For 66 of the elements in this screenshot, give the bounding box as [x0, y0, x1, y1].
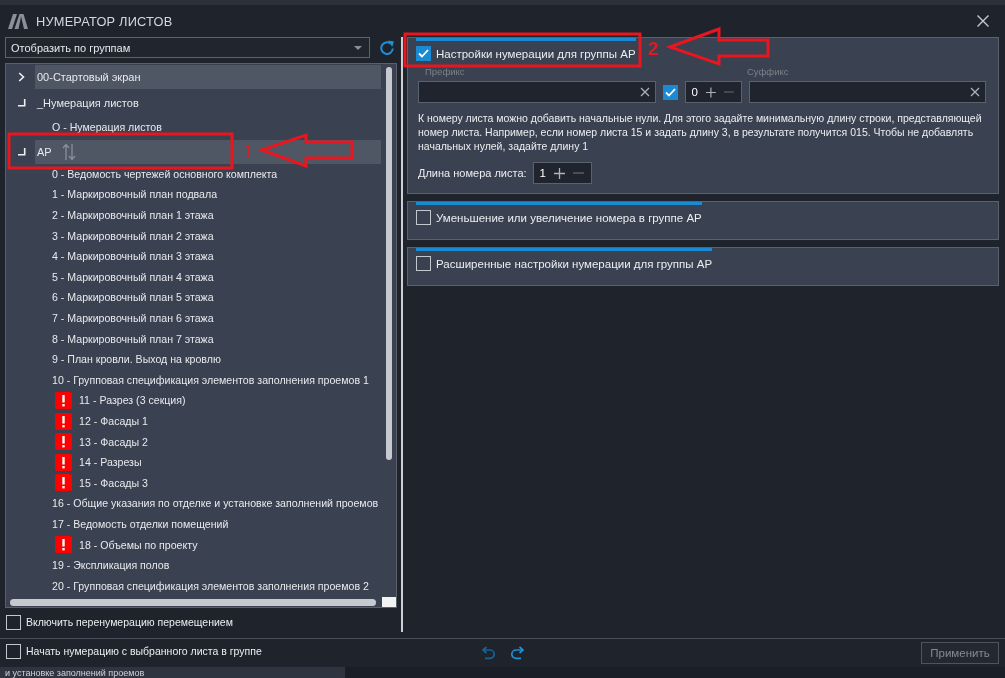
- tree-item[interactable]: 1 - Маркировочный план подвала: [35, 184, 381, 205]
- checkbox[interactable]: [416, 46, 431, 61]
- tree-item[interactable]: 3 - Маркировочный план 2 этажа: [35, 225, 381, 246]
- plus-icon[interactable]: [554, 167, 565, 179]
- number-input[interactable]: 0: [691, 86, 698, 98]
- field-label: Префикс: [424, 66, 466, 77]
- checkmark-icon: [418, 49, 429, 58]
- tree-item[interactable]: 7 - Маркировочный план 6 этажа: [35, 307, 381, 329]
- scrollbar-thumb[interactable]: [10, 598, 376, 606]
- tree-item[interactable]: 19 - Экспликация полов: [35, 554, 381, 576]
- number-spinner[interactable]: 1: [532, 162, 592, 184]
- tree-item[interactable]: 12 - Фасады 1: [35, 410, 381, 432]
- view-dropdown[interactable]: Отобразить по группам: [5, 37, 370, 58]
- text-field[interactable]: [748, 81, 986, 103]
- text-field[interactable]: [418, 81, 656, 103]
- tree-item[interactable]: 0 - Ведомость чертежей основного комплекта: [35, 163, 381, 185]
- tree-item[interactable]: 20 - Групповая спецификация элементов заполнения проемов 2: [35, 575, 381, 597]
- tree-item[interactable]: 10 - Групповая спецификация элементов заполнения проемов 1: [35, 369, 381, 391]
- tree-item[interactable]: 17 - Ведомость отделки помещений: [35, 513, 381, 535]
- tree-item[interactable]: 4 - Маркировочный план 3 этажа: [35, 245, 381, 267]
- checkbox[interactable]: [662, 84, 678, 100]
- clear-icon[interactable]: [639, 87, 650, 97]
- plus-icon[interactable]: [705, 86, 716, 98]
- checkbox-label: Расширенные настройки нумерации для группы АР: [436, 257, 713, 270]
- checkbox[interactable]: [6, 614, 21, 630]
- tree-item[interactable]: 16 - Общие указания по отделке и установке заполнений проемов: [35, 493, 381, 514]
- number-spinner[interactable]: 0: [684, 81, 742, 103]
- checkbox[interactable]: [416, 210, 431, 225]
- tree-item[interactable]: 11 - Разрез (3 секция): [35, 390, 381, 411]
- tree-item[interactable]: 6 - Маркировочный план 5 этажа: [35, 287, 381, 308]
- close-icon[interactable]: [976, 14, 990, 28]
- tree-item[interactable]: 18 - Объемы по проекту: [35, 534, 381, 555]
- field-label: Длина номера листа:: [418, 167, 527, 179]
- tree-item[interactable]: 14 - Разрезы: [35, 451, 381, 473]
- scrollbar-thumb[interactable]: [386, 67, 392, 460]
- corner-icon[interactable]: [17, 147, 26, 156]
- tree-item[interactable]: 9 - План кровли. Выход на кровлю: [35, 348, 381, 370]
- checkbox-label: Уменьшение или увеличение номера в группе АР: [436, 211, 702, 224]
- tree-item[interactable]: 15 - Фасады 3: [35, 472, 381, 494]
- checkmark-icon: [664, 87, 676, 97]
- redo-icon[interactable]: [509, 645, 526, 661]
- checkbox[interactable]: [416, 256, 431, 271]
- hint-text: К номеру листа можно добавить начальные нули. Для этого задайте минимальную длину строки, представляющей номер листа. Например, если номер листа 15 и задать длину 3, в результате получится 015. Чтобы не добавлять начальных нулей, задайте длину 1: [418, 111, 983, 153]
- window-title: НУМЕРАТОР ЛИСТОВ: [36, 13, 174, 29]
- tree-item[interactable]: 13 - Фасады 2: [35, 431, 381, 452]
- corner-icon[interactable]: [17, 99, 26, 107]
- clear-icon[interactable]: [970, 87, 980, 97]
- field-label: Суффикс: [746, 66, 790, 77]
- checkbox-label: Включить перенумерацию перемещением: [26, 616, 233, 628]
- checkbox-label: Начать нумерацию с выбранного листа в группе: [26, 645, 262, 657]
- background-text: и установке заполнений проемов: [5, 667, 145, 678]
- tree-item[interactable]: 5 - Маркировочный план 4 этажа: [35, 266, 381, 288]
- tree-item[interactable]: _Нумерация листов: [8, 91, 381, 115]
- number-input[interactable]: 1: [539, 167, 546, 179]
- callout-number: 2: [648, 38, 659, 59]
- logo-icon: [8, 13, 28, 29]
- tree-item[interactable]: 8 - Маркировочный план 7 этажа: [35, 328, 381, 349]
- checkbox[interactable]: [6, 643, 21, 659]
- checkbox-label: Настройки нумерации для группы АР: [436, 47, 636, 60]
- caret-icon: [354, 45, 362, 50]
- refresh-icon[interactable]: [378, 38, 396, 57]
- tree-item[interactable]: 2 - Маркировочный план 1 этажа: [35, 204, 381, 226]
- tree-item[interactable]: O - Нумерация листов: [35, 117, 381, 138]
- chevron-right-icon[interactable]: [18, 72, 25, 82]
- scrollbar-corner: [382, 597, 396, 607]
- callout-number: 1: [243, 141, 253, 162]
